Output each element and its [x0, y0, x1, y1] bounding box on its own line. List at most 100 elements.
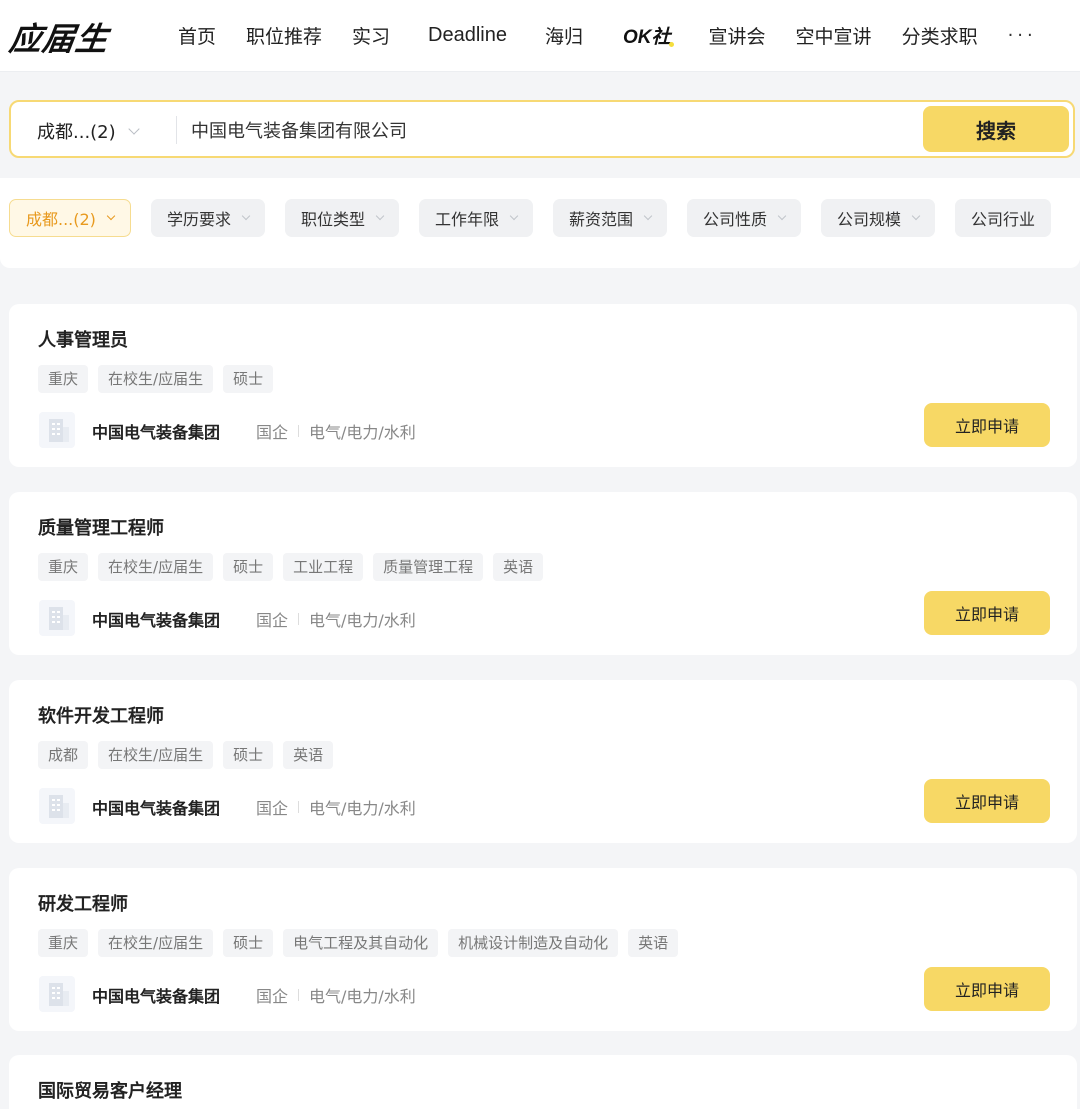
nav-item-recommend[interactable]: 职位推荐: [246, 22, 322, 49]
building-icon: [39, 412, 75, 448]
filter-label: 公司性质: [703, 210, 768, 229]
job-card[interactable]: 质量管理工程师 重庆 在校生/应届生 硕士 工业工程 质量管理工程 英语 中国电…: [9, 492, 1077, 655]
company-type: 国企: [256, 423, 289, 442]
job-tags: 重庆 在校生/应届生 硕士: [38, 365, 283, 393]
job-tag: 重庆: [38, 929, 89, 957]
apply-button[interactable]: 立即申请: [924, 779, 1050, 823]
company-type: 国企: [256, 987, 289, 1006]
filter-city[interactable]: 成都...(2): [9, 199, 131, 237]
job-tag: 英语: [628, 929, 679, 957]
filter-job-type[interactable]: 职位类型: [284, 199, 399, 237]
divider: [298, 801, 300, 813]
company-meta: 国企 电气/电力/水利: [256, 607, 416, 631]
filter-salary[interactable]: 薪资范围: [552, 199, 667, 237]
nav-item-talks[interactable]: 宣讲会: [709, 22, 766, 49]
main-nav: 首页 职位推荐 实习 Deadline 海归 OK社 宣讲会 空中宣讲 分类求职…: [178, 16, 1037, 49]
job-tag: 在校生/应届生: [98, 741, 214, 769]
building-icon: [39, 976, 75, 1012]
chevron-down-icon: [128, 123, 140, 135]
search-button[interactable]: 搜索: [923, 106, 1069, 152]
company-name[interactable]: 中国电气装备集团: [92, 795, 220, 819]
divider: [298, 613, 300, 625]
nav-item-ok-club[interactable]: OK社: [617, 16, 675, 49]
nav-item-category-jobs[interactable]: 分类求职: [902, 22, 978, 49]
decor-dot: [669, 42, 675, 47]
chevron-down-icon: [375, 211, 385, 221]
job-title[interactable]: 质量管理工程师: [38, 514, 164, 540]
nav-item-deadline[interactable]: Deadline: [428, 24, 507, 47]
company-name[interactable]: 中国电气装备集团: [92, 419, 220, 443]
filter-label: 工作年限: [434, 210, 499, 229]
job-title[interactable]: 研发工程师: [38, 890, 128, 916]
job-tag: 重庆: [38, 365, 89, 393]
job-tag: 在校生/应届生: [98, 929, 214, 957]
job-card[interactable]: 国际贸易客户经理: [9, 1055, 1077, 1109]
job-tag: 机械设计制造及自动化: [448, 929, 619, 957]
job-tag: 在校生/应届生: [98, 365, 214, 393]
filter-company-industry[interactable]: 公司行业: [955, 199, 1052, 237]
job-tag: 成都: [38, 741, 89, 769]
job-tag: 电气工程及其自动化: [283, 929, 439, 957]
job-tags: 重庆 在校生/应届生 硕士 工业工程 质量管理工程 英语: [38, 553, 553, 581]
job-tags: 成都 在校生/应届生 硕士 英语: [38, 741, 343, 769]
apply-button[interactable]: 立即申请: [924, 403, 1050, 447]
job-tag: 重庆: [38, 553, 89, 581]
job-tag: 英语: [283, 741, 334, 769]
company-type: 国企: [256, 799, 289, 818]
building-icon: [39, 600, 75, 636]
filter-company-size[interactable]: 公司规模: [821, 199, 936, 237]
job-tag: 硕士: [223, 365, 274, 393]
nav-item-ok-label: OK社: [623, 27, 671, 48]
job-tag: 硕士: [223, 553, 274, 581]
nav-item-overseas[interactable]: 海归: [545, 22, 583, 49]
filter-company-nature[interactable]: 公司性质: [687, 199, 802, 237]
job-title[interactable]: 软件开发工程师: [38, 702, 164, 728]
job-card[interactable]: 研发工程师 重庆 在校生/应届生 硕士 电气工程及其自动化 机械设计制造及自动化…: [9, 868, 1077, 1031]
filter-label: 公司规模: [837, 210, 902, 229]
chevron-down-icon: [241, 211, 251, 221]
company-name[interactable]: 中国电气装备集团: [92, 983, 220, 1007]
divider: [298, 425, 300, 437]
search-bar: 成都...(2) 搜索: [9, 100, 1075, 158]
job-tag: 工业工程: [283, 553, 364, 581]
job-tag: 英语: [493, 553, 544, 581]
company-industry: 电气/电力/水利: [309, 987, 416, 1006]
building-icon: [39, 788, 75, 824]
filter-label: 成都...(2): [26, 210, 96, 229]
job-tag: 在校生/应届生: [98, 553, 214, 581]
job-title[interactable]: 国际贸易客户经理: [38, 1077, 182, 1103]
chevron-down-icon: [106, 211, 116, 221]
apply-button[interactable]: 立即申请: [924, 591, 1050, 635]
divider: [176, 116, 177, 144]
chevron-down-icon: [777, 211, 787, 221]
divider: [298, 989, 300, 1001]
job-tags: 重庆 在校生/应届生 硕士 电气工程及其自动化 机械设计制造及自动化 英语: [38, 929, 688, 957]
filter-education[interactable]: 学历要求: [150, 199, 265, 237]
job-title[interactable]: 人事管理员: [38, 326, 128, 352]
filter-experience[interactable]: 工作年限: [418, 199, 533, 237]
more-icon[interactable]: ···: [1008, 25, 1037, 46]
company-industry: 电气/电力/水利: [309, 799, 416, 818]
apply-button[interactable]: 立即申请: [924, 967, 1050, 1011]
company-type: 国企: [256, 611, 289, 630]
company-meta: 国企 电气/电力/水利: [256, 795, 416, 819]
job-tag: 质量管理工程: [373, 553, 484, 581]
city-selector-label: 成都...(2): [37, 122, 116, 143]
chevron-down-icon: [643, 211, 653, 221]
company-name[interactable]: 中国电气装备集团: [92, 607, 220, 631]
nav-item-home[interactable]: 首页: [178, 22, 216, 49]
company-industry: 电气/电力/水利: [309, 423, 416, 442]
job-card[interactable]: 软件开发工程师 成都 在校生/应届生 硕士 英语 中国电气装备集团 国企 电气/…: [9, 680, 1077, 843]
job-tag: 硕士: [223, 929, 274, 957]
filter-bar: 成都...(2) 学历要求 职位类型 工作年限 薪资范围 公司性质 公司规模 公…: [9, 199, 1071, 239]
nav-item-internship[interactable]: 实习: [352, 22, 390, 49]
filter-label: 薪资范围: [568, 210, 633, 229]
job-card[interactable]: 人事管理员 重庆 在校生/应届生 硕士 中国电气装备集团 国企 电气/电力/水利…: [9, 304, 1077, 467]
city-selector[interactable]: 成都...(2): [37, 118, 140, 144]
top-header: 应届生 首页 职位推荐 实习 Deadline 海归 OK社 宣讲会 空中宣讲 …: [0, 0, 1080, 72]
search-input[interactable]: [191, 114, 911, 146]
chevron-down-icon: [509, 211, 519, 221]
nav-item-online-talks[interactable]: 空中宣讲: [796, 22, 872, 49]
filter-label: 公司行业: [971, 210, 1036, 229]
site-logo[interactable]: 应届生: [7, 14, 112, 60]
